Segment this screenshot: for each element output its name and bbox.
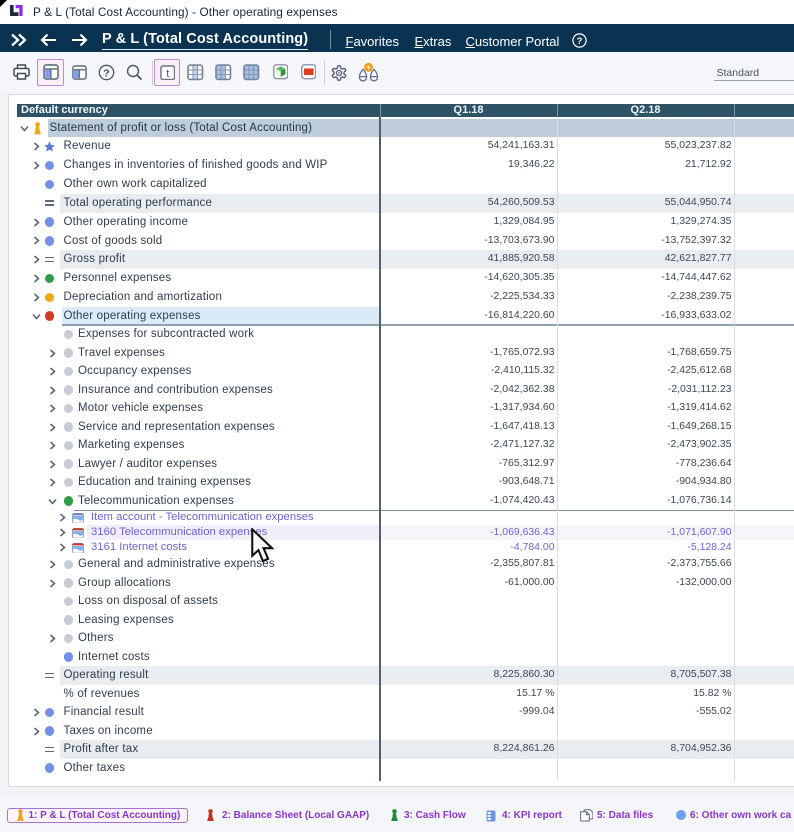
svg-text:?: ? (576, 36, 582, 47)
svg-text:?: ? (103, 67, 109, 79)
